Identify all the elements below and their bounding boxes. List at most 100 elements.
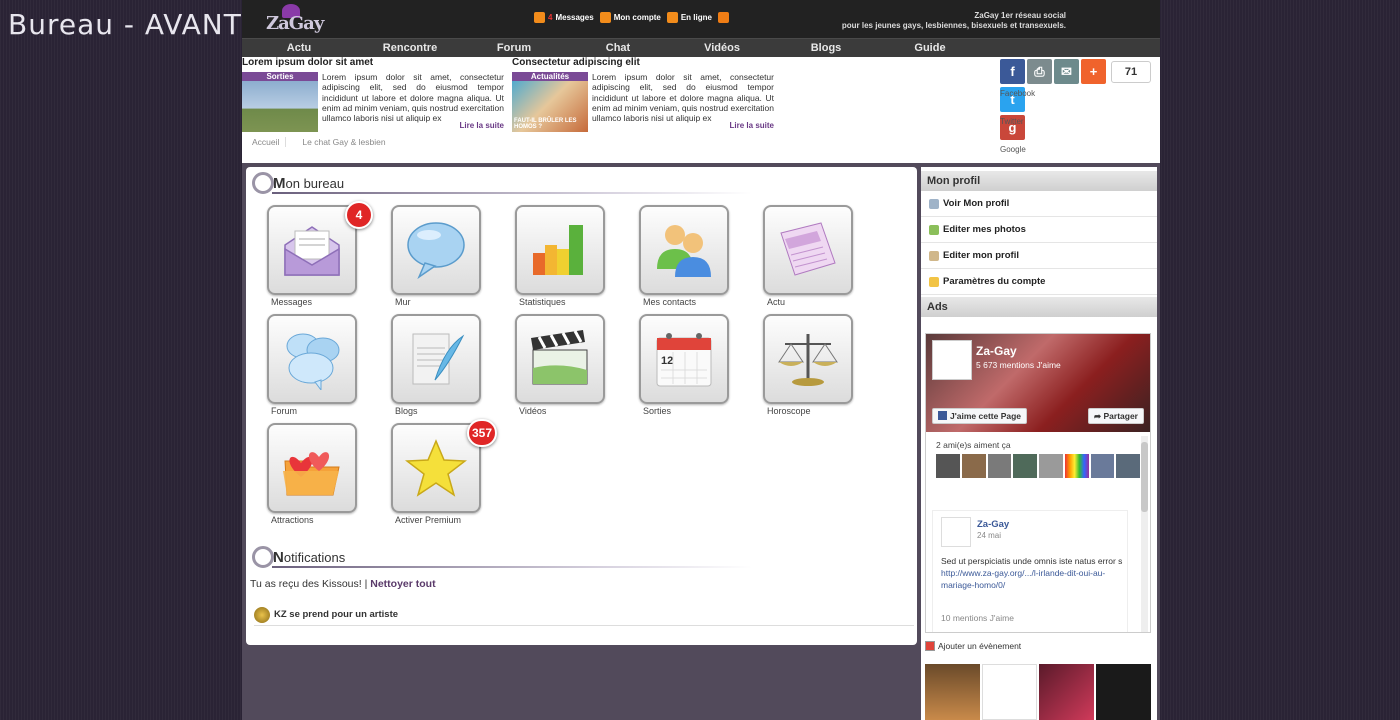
tile-blogs[interactable]: Blogs [370, 314, 494, 422]
promo-thumbnail[interactable]: Sorties [242, 72, 318, 132]
friend-avatar[interactable] [1116, 454, 1140, 478]
fb-page-name[interactable]: Za-Gay [976, 344, 1017, 358]
email-icon[interactable]: ✉ [1054, 59, 1079, 84]
nav-videos[interactable]: Vidéos [670, 42, 774, 54]
tile-button[interactable] [267, 423, 357, 513]
read-more-link[interactable]: Lire la suite [460, 121, 504, 130]
tile-button[interactable] [391, 205, 481, 295]
slide-title: Bureau - AVANT [8, 8, 242, 41]
nav-blogs[interactable]: Blogs [774, 42, 878, 54]
tile-sorties[interactable]: 12 Sorties [618, 314, 742, 422]
add-event-link[interactable]: Ajouter un évènement [925, 641, 1021, 651]
messages-link-label: Messages [555, 13, 594, 22]
bureau-heading: Mon bureau [250, 169, 752, 197]
tile-activer-premium[interactable]: 357 Activer Premium [370, 419, 497, 531]
tile-messages[interactable]: 4 Messages [246, 201, 373, 313]
friend-avatar[interactable] [987, 454, 1012, 478]
fb-post-link[interactable]: http://www.za-gay.org/.../l-irlande-dit-… [941, 567, 1126, 591]
tile-label: Mes contacts [643, 297, 697, 307]
tile-actu[interactable]: Actu [742, 205, 866, 313]
print-icon[interactable]: ⎙ [1027, 59, 1052, 84]
tile-attractions[interactable]: Attractions [246, 423, 370, 531]
sidebar-item-edit-photos[interactable]: Editer mes photos [921, 217, 1157, 243]
clear-all-link[interactable]: Nettoyer tout [370, 578, 435, 590]
tile-button[interactable] [515, 205, 605, 295]
site-logo[interactable]: ZaGay [264, 4, 342, 34]
tile-mur[interactable]: Mur [370, 205, 494, 313]
event-thumbnail[interactable] [1039, 664, 1094, 720]
fb-post-date: 24 mai [977, 531, 1002, 540]
tile-horoscope[interactable]: Horoscope [742, 314, 866, 422]
messages-link[interactable]: 4 Messages [534, 12, 594, 23]
tile-button[interactable] [267, 314, 357, 404]
rss-link[interactable] [717, 12, 729, 23]
calendar-day: 12 [661, 355, 673, 367]
fb-like-button[interactable]: J'aime cette Page [932, 408, 1028, 424]
tile-statistiques[interactable]: Statistiques [494, 205, 618, 313]
tile-label: Messages [271, 297, 313, 307]
fb-scrollbar[interactable] [1141, 436, 1148, 632]
tile-button[interactable]: 12 [639, 314, 729, 404]
friend-avatar[interactable] [1013, 454, 1037, 478]
friend-avatar[interactable] [961, 454, 986, 478]
sidebar-item-edit-profile[interactable]: Editer mon profil [921, 243, 1157, 269]
mail-icon [534, 12, 545, 23]
tile-button[interactable] [515, 314, 605, 404]
tile-button[interactable]: 4 [267, 201, 373, 295]
tile-label: Statistiques [519, 297, 566, 307]
friend-avatar[interactable] [1039, 454, 1063, 478]
online-link[interactable]: En ligne [666, 12, 712, 23]
tile-button[interactable]: 357 [391, 419, 497, 513]
breadcrumb-home[interactable]: Accueil [252, 137, 287, 147]
nav-rencontre[interactable]: Rencontre [358, 42, 462, 54]
sidebar-item-view-profile[interactable]: Voir Mon profil [921, 191, 1157, 217]
promo-thumbnail[interactable]: Actualités FAUT-IL BRÛLER LES HOMOS ? [512, 72, 588, 132]
promo-title[interactable]: Consectetur adipiscing elit [512, 57, 774, 71]
event-thumbnail[interactable] [982, 664, 1037, 720]
nav-forum[interactable]: Forum [462, 42, 566, 54]
friend-avatar[interactable] [1090, 454, 1115, 478]
tile-forum[interactable]: Forum [246, 314, 370, 422]
tile-button[interactable] [763, 314, 853, 404]
tile-label: Vidéos [519, 406, 547, 416]
friend-avatar[interactable] [1064, 454, 1089, 478]
user-icon [599, 12, 611, 23]
nav-actu[interactable]: Actu [260, 42, 338, 54]
facebook-icon[interactable]: f [1000, 59, 1025, 84]
promo-title[interactable]: Lorem ipsum dolor sit amet [242, 57, 504, 71]
breadcrumb-current[interactable]: Le chat Gay & lesbien [302, 137, 391, 147]
nav-guide[interactable]: Guide [878, 42, 982, 54]
tile-label: Blogs [395, 406, 418, 416]
promo-strip: Lorem ipsum dolor sit amet Sorties Lorem… [242, 57, 1160, 163]
speech-bubble-icon [407, 222, 465, 280]
fb-cover: Za-Gay 5 673 mentions J'aime J'aime cett… [926, 334, 1150, 432]
tile-mes-contacts[interactable]: Mes contacts [618, 205, 742, 313]
plus-icon[interactable]: + [1081, 59, 1106, 84]
logo-text: ZaGay [266, 13, 324, 34]
zagay-gender-icon [250, 543, 274, 571]
fb-post-avatar[interactable] [941, 517, 971, 547]
tile-button[interactable] [391, 314, 481, 404]
tile-videos[interactable]: Vidéos [494, 314, 618, 422]
event-thumbnail[interactable] [1096, 664, 1151, 720]
top-links: 4 Messages Mon compte En ligne [534, 12, 729, 23]
event-thumbnail[interactable] [925, 664, 980, 720]
tile-button[interactable] [763, 205, 853, 295]
fb-page-logo[interactable] [932, 340, 972, 380]
tile-label: Mur [395, 297, 411, 307]
tile-button[interactable] [639, 205, 729, 295]
friend-avatar[interactable] [936, 454, 960, 478]
facebook-icon [938, 411, 947, 420]
sidebar-item-account-settings[interactable]: Paramètres du compte [921, 269, 1157, 295]
right-sidebar: Mon profil Voir Mon profil Editer mes ph… [921, 167, 1157, 720]
notification-summary: Tu as reçu des Kissous! | Nettoyer tout [250, 578, 436, 590]
fb-post-body: Sed ut perspiciatis unde omnis iste natu… [941, 555, 1126, 591]
account-link[interactable]: Mon compte [599, 12, 661, 23]
notification-item[interactable]: KZ se prend pour un artiste [254, 604, 914, 626]
read-more-link[interactable]: Lire la suite [730, 121, 774, 130]
fb-share-button[interactable]: ➦ Partager [1088, 408, 1144, 424]
fb-post-author[interactable]: Za-Gay [977, 519, 1009, 530]
tile-label: Forum [271, 406, 298, 416]
folder-icon [929, 276, 939, 287]
nav-chat[interactable]: Chat [566, 42, 670, 54]
